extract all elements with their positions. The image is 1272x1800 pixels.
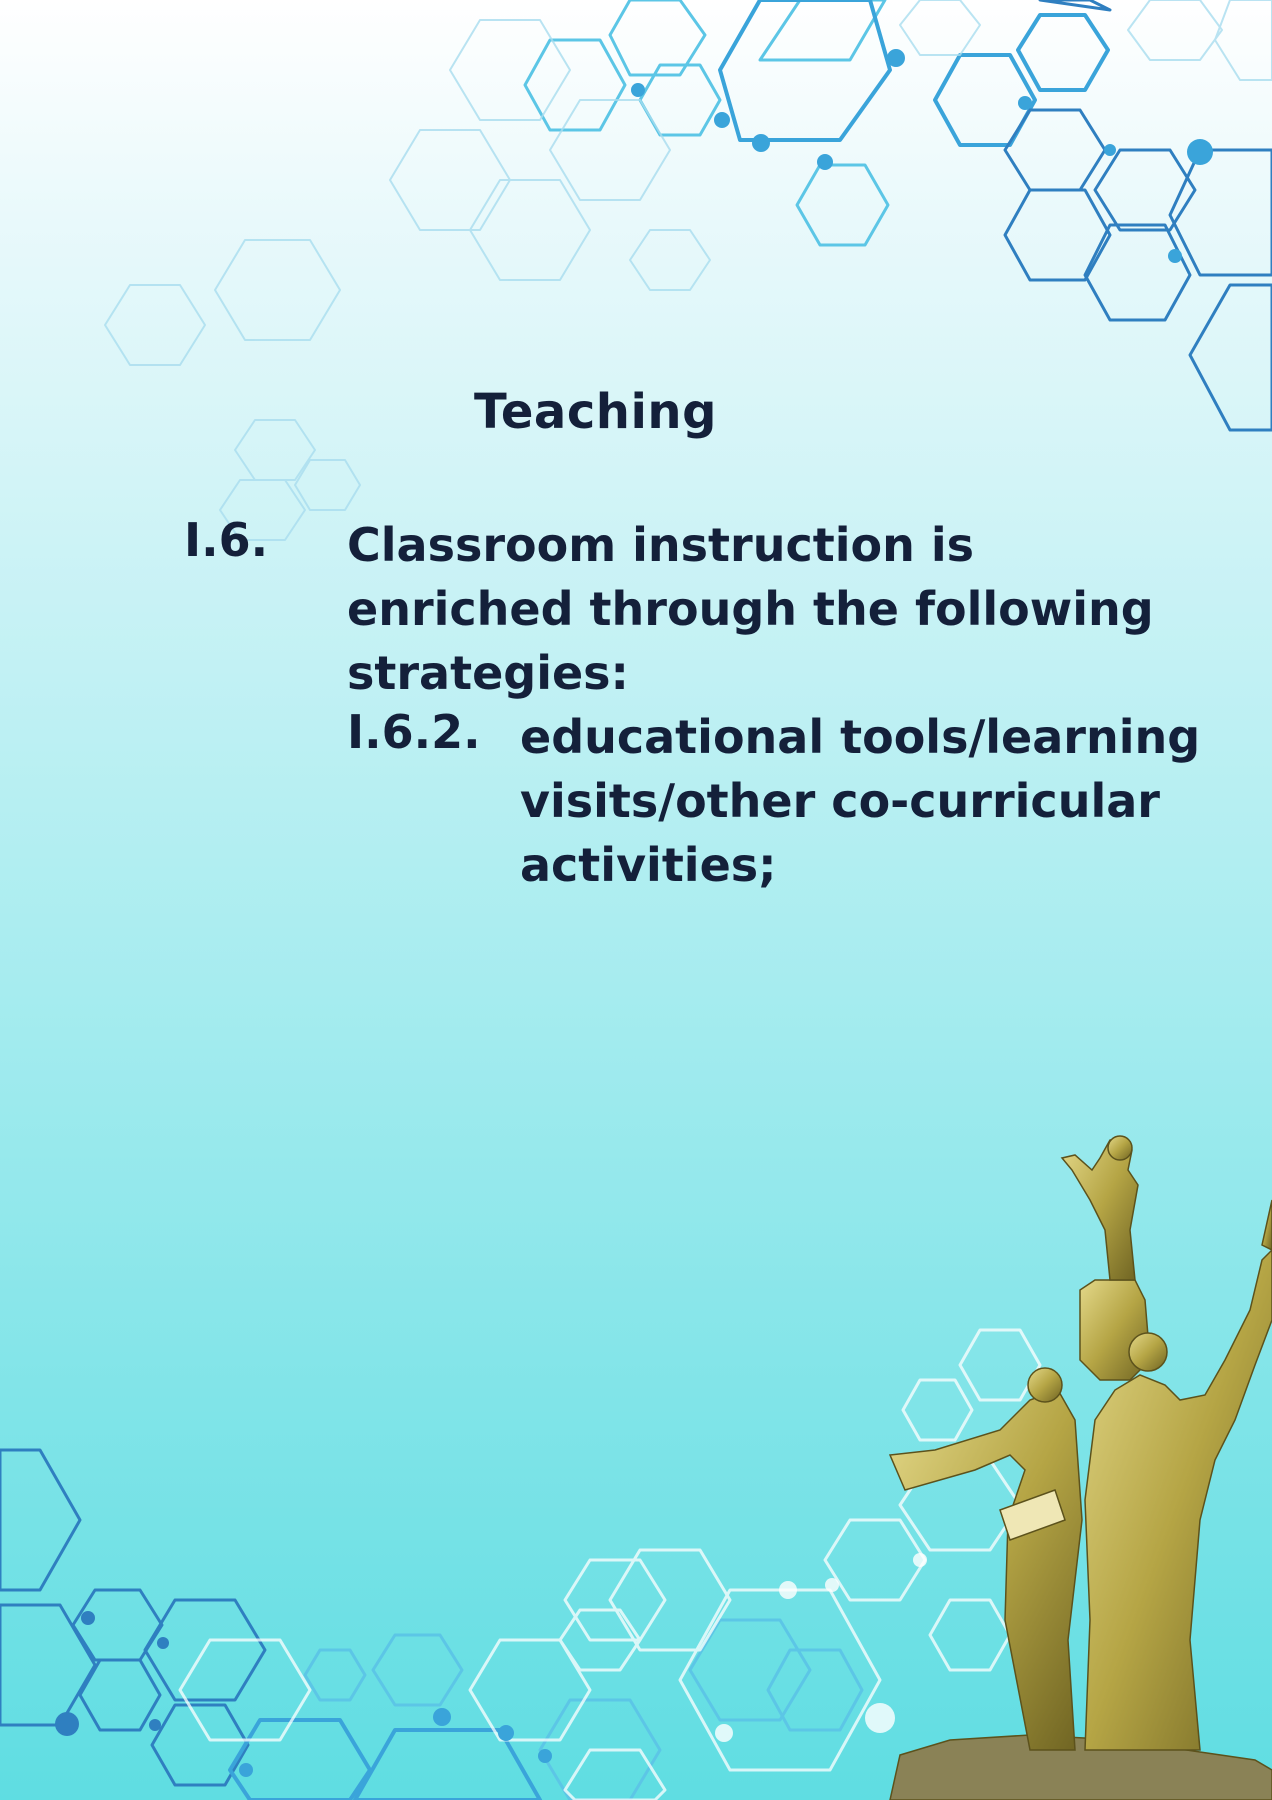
item-number: I.6. (184, 513, 269, 567)
page-content: Teaching I.6. Classroom instruction is e… (0, 0, 1272, 1800)
item-text-line: strategies: (347, 646, 629, 700)
subitem-text-line: activities; (520, 838, 777, 892)
item-text-line: Classroom instruction is (347, 518, 975, 572)
subitem-text-line: educational tools/learning (520, 710, 1201, 764)
subitem-text: educational tools/learning visits/other … (520, 705, 1200, 897)
subitem-number: I.6.2. (347, 705, 481, 759)
item-text-line: enriched through the following (347, 582, 1154, 636)
page-heading: Teaching (474, 384, 717, 440)
subitem-text-line: visits/other co-curricular (520, 774, 1160, 828)
item-text: Classroom instruction is enriched throug… (347, 513, 1154, 705)
